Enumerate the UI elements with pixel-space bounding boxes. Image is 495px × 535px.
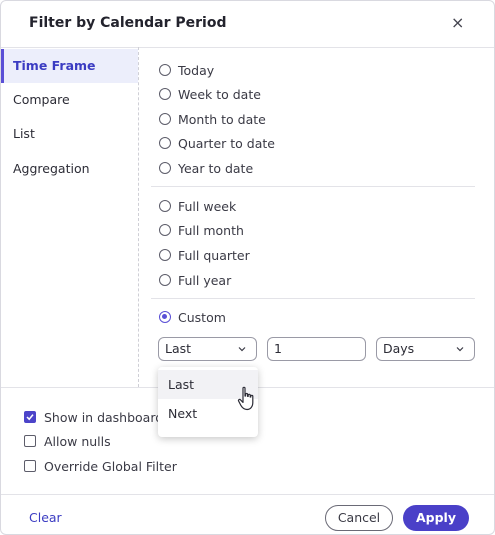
checkbox-show-in-dashboard[interactable]: Show in dashboard <box>24 408 163 426</box>
radio-quarter-to-date[interactable]: Quarter to date <box>159 133 275 153</box>
radio-label: Custom <box>178 309 226 325</box>
sidebar: Time Frame Compare List Aggregation <box>1 47 139 387</box>
filter-dialog: Filter by Calendar Period × Time Frame C… <box>0 0 495 535</box>
radio-label: Quarter to date <box>178 135 275 151</box>
radio-button[interactable] <box>159 274 171 286</box>
radio-button[interactable] <box>159 200 171 212</box>
unit-select-value: Days <box>383 341 415 356</box>
checkbox-unchecked[interactable] <box>24 460 36 472</box>
radio-label: Full quarter <box>178 247 250 263</box>
chevron-down-icon <box>455 341 465 363</box>
radio-today[interactable]: Today <box>159 60 214 80</box>
radio-month-to-date[interactable]: Month to date <box>159 109 266 129</box>
radio-button[interactable] <box>159 113 171 125</box>
cancel-button[interactable]: Cancel <box>325 505 393 531</box>
sidebar-item-time-frame[interactable]: Time Frame <box>1 49 138 83</box>
sidebar-item-compare[interactable]: Compare <box>1 83 138 117</box>
radio-full-week[interactable]: Full week <box>159 196 236 216</box>
radio-button[interactable] <box>159 249 171 261</box>
radio-full-year[interactable]: Full year <box>159 270 231 290</box>
radio-week-to-date[interactable]: Week to date <box>159 84 261 104</box>
radio-full-month[interactable]: Full month <box>159 220 244 240</box>
close-icon[interactable]: × <box>451 14 464 32</box>
checkbox-checked[interactable] <box>24 411 36 423</box>
radio-button[interactable] <box>159 137 171 149</box>
sidebar-item-aggregation[interactable]: Aggregation <box>1 152 138 186</box>
checkmark-icon <box>26 414 34 421</box>
checkbox-label: Show in dashboard <box>44 409 164 425</box>
radio-label: Full year <box>178 272 232 288</box>
checkbox-unchecked[interactable] <box>24 435 36 447</box>
clear-button[interactable]: Clear <box>29 510 62 525</box>
sidebar-item-list[interactable]: List <box>1 117 138 151</box>
number-input-value: 1 <box>274 341 282 356</box>
radio-custom[interactable]: Custom <box>159 307 226 327</box>
dialog-title: Filter by Calendar Period <box>29 15 227 31</box>
checkbox-allow-nulls[interactable]: Allow nulls <box>24 432 111 450</box>
divider <box>151 298 475 299</box>
radio-button[interactable] <box>159 64 171 76</box>
direction-select[interactable]: Last <box>158 337 257 361</box>
radio-button[interactable] <box>159 162 171 174</box>
radio-full-quarter[interactable]: Full quarter <box>159 245 250 265</box>
apply-button[interactable]: Apply <box>403 505 469 531</box>
chevron-down-icon <box>237 341 247 363</box>
radio-label: Full week <box>178 198 237 214</box>
divider <box>151 186 475 187</box>
dialog-header: Filter by Calendar Period × <box>1 1 494 48</box>
unit-select[interactable]: Days <box>376 337 475 361</box>
radio-button[interactable] <box>159 88 171 100</box>
radio-label: Full month <box>178 222 244 238</box>
checkbox-label: Override Global Filter <box>44 458 177 474</box>
radio-label: Year to date <box>178 160 254 176</box>
radio-year-to-date[interactable]: Year to date <box>159 158 253 178</box>
hand-pointer-icon <box>237 386 257 416</box>
checkbox-override-global-filter[interactable]: Override Global Filter <box>24 457 177 475</box>
radio-button-selected[interactable] <box>159 311 171 323</box>
radio-label: Today <box>178 62 215 78</box>
direction-select-value: Last <box>165 341 192 356</box>
radio-label: Week to date <box>178 86 261 102</box>
number-input[interactable]: 1 <box>267 337 366 361</box>
radio-label: Month to date <box>178 111 266 127</box>
radio-button[interactable] <box>159 224 171 236</box>
checkbox-label: Allow nulls <box>44 433 111 449</box>
divider <box>1 494 494 495</box>
